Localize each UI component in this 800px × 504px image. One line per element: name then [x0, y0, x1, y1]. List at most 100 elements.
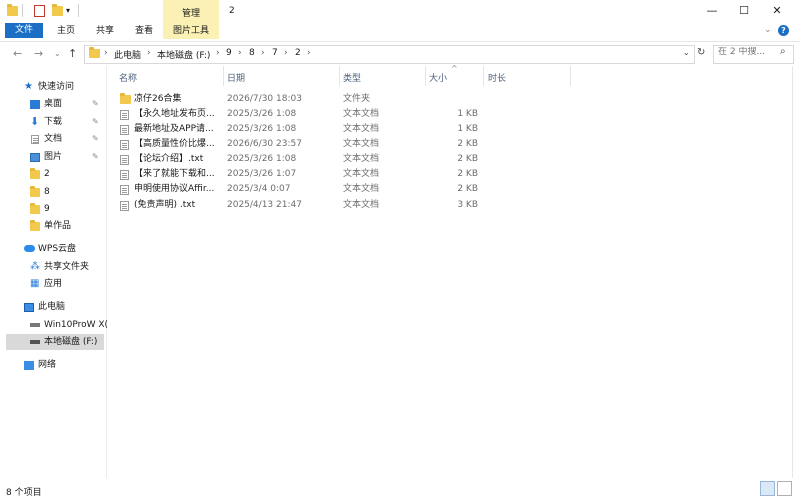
sidebar-item-folder-8[interactable]: 8 — [0, 184, 104, 200]
file-type: 文本文档 — [343, 200, 380, 210]
tab-picture-tools[interactable]: 图片工具 — [163, 24, 219, 38]
refresh-icon[interactable]: ↻ — [697, 47, 705, 58]
picture-icon — [30, 153, 40, 162]
nav-label: 桌面 — [44, 99, 63, 109]
up-arrow-icon[interactable]: ↑ — [68, 47, 77, 60]
text-file-icon — [120, 140, 129, 150]
file-type: 文件夹 — [343, 94, 371, 104]
text-file-icon — [120, 170, 129, 180]
breadcrumb-9[interactable]: 9 — [226, 48, 232, 58]
list-item[interactable]: 【高质量性价比爆... 2026/6/30 23:57 文本文档 2 KB — [112, 137, 652, 152]
details-view-button[interactable] — [760, 481, 775, 496]
document-icon — [31, 135, 39, 144]
file-date: 2025/3/4 0:07 — [227, 184, 291, 194]
tab-home[interactable]: 主页 — [55, 24, 77, 38]
new-folder-icon[interactable] — [52, 4, 63, 16]
sidebar-item-documents[interactable]: 文档 ✎ — [0, 131, 104, 147]
sidebar-item-folder-9[interactable]: 9 — [0, 201, 104, 217]
recent-locations-icon[interactable]: ⌄ — [54, 49, 61, 58]
column-header-size[interactable]: 大小 — [429, 71, 447, 84]
breadcrumb-7[interactable]: 7 — [272, 48, 278, 58]
sidebar-item-desktop[interactable]: 桌面 ✎ — [0, 96, 104, 112]
list-item[interactable]: (免责声明) .txt 2025/4/13 21:47 文本文档 3 KB — [112, 198, 652, 213]
nav-this-pc[interactable]: 此电脑 — [0, 299, 104, 315]
column-divider[interactable] — [570, 66, 571, 86]
address-dropdown-icon[interactable]: ⌄ — [683, 48, 690, 57]
nav-label: 应用 — [44, 279, 63, 289]
pin-icon[interactable]: ✎ — [92, 96, 99, 112]
maximize-button[interactable]: ☐ — [729, 3, 759, 19]
expand-ribbon-icon[interactable]: ⌄ — [764, 25, 772, 35]
star-icon: ★ — [24, 81, 33, 92]
tab-share[interactable]: 共享 — [94, 24, 116, 38]
nav-network[interactable]: 网络 — [0, 357, 104, 373]
back-arrow-icon[interactable]: ← — [13, 47, 22, 60]
forward-arrow-icon[interactable]: → — [34, 47, 43, 60]
divider — [22, 4, 23, 17]
nav-label: 网络 — [38, 360, 57, 370]
breadcrumb-2[interactable]: 2 — [295, 48, 301, 58]
close-button[interactable]: ✕ — [762, 3, 792, 19]
file-name: 申明使用协议Affir... — [134, 184, 215, 194]
sidebar-item-folder-2[interactable]: 2 — [0, 166, 104, 182]
nav-label: 快速访问 — [38, 82, 75, 92]
nav-label: WPS云盘 — [38, 244, 77, 254]
computer-icon — [24, 303, 34, 312]
nav-label: 此电脑 — [38, 302, 66, 312]
file-type: 文本文档 — [343, 124, 380, 134]
list-item[interactable]: 最新地址及APP请... 2025/3/26 1:08 文本文档 1 KB — [112, 122, 652, 137]
nav-quick-access[interactable]: ★ 快速访问 — [0, 79, 104, 95]
drive-icon — [30, 340, 40, 344]
nav-label: Win10ProW X( — [44, 320, 109, 330]
column-header-duration[interactable]: 时长 — [488, 71, 506, 84]
help-icon[interactable]: ? — [778, 25, 789, 36]
breadcrumb-separator: › — [216, 48, 220, 58]
sidebar-item-pictures[interactable]: 图片 ✎ — [0, 149, 104, 165]
column-divider[interactable] — [425, 66, 426, 86]
sidebar-item-drive-c[interactable]: Win10ProW X( — [0, 317, 108, 333]
pin-icon[interactable]: ✎ — [92, 114, 99, 130]
folder-icon — [30, 168, 40, 179]
file-size: 2 KB — [457, 169, 478, 179]
list-item[interactable]: 【来了就能下载和... 2025/3/26 1:07 文本文档 2 KB — [112, 167, 652, 182]
pin-icon[interactable]: ✎ — [92, 131, 99, 147]
list-item[interactable]: 申明使用协议Affir... 2025/3/4 0:07 文本文档 2 KB — [112, 182, 652, 197]
desktop-icon — [30, 100, 40, 109]
sidebar-item-downloads[interactable]: ⬇ 下载 ✎ — [0, 114, 104, 130]
list-item[interactable]: 凉仔26合集 2026/7/30 18:03 文件夹 — [112, 92, 652, 107]
download-icon: ⬇ — [30, 115, 40, 128]
text-file-icon — [120, 125, 129, 135]
column-header-date[interactable]: 日期 — [227, 71, 245, 84]
text-file-icon — [120, 155, 129, 165]
breadcrumb-this-pc[interactable]: 此电脑 — [114, 48, 141, 61]
large-icons-view-button[interactable] — [777, 481, 792, 496]
column-divider[interactable] — [483, 66, 484, 86]
sidebar-item-shared-folder[interactable]: ⁂ 共享文件夹 — [0, 259, 104, 275]
list-item[interactable]: 【永久地址发布页... 2025/3/26 1:08 文本文档 1 KB — [112, 107, 652, 122]
nav-label: 9 — [44, 204, 50, 214]
list-item[interactable]: 【论坛介绍】.txt 2025/3/26 1:08 文本文档 2 KB — [112, 152, 652, 167]
tab-view[interactable]: 查看 — [133, 24, 155, 38]
column-header-type[interactable]: 类型 — [343, 71, 361, 84]
search-input[interactable] — [718, 47, 778, 57]
tab-file[interactable]: 文件 — [5, 23, 43, 38]
column-divider[interactable] — [339, 66, 340, 86]
file-size: 2 KB — [457, 139, 478, 149]
nav-wps-cloud[interactable]: WPS云盘 — [0, 241, 104, 257]
sidebar-item-drive-f[interactable]: 本地磁盘 (F:) — [6, 334, 104, 350]
pane-divider[interactable] — [106, 66, 107, 478]
pin-icon[interactable]: ✎ — [92, 149, 99, 165]
breadcrumb-separator: › — [238, 48, 242, 58]
nav-label: 2 — [44, 169, 50, 179]
sidebar-item-apps[interactable]: ▦ 应用 — [0, 276, 104, 292]
customize-toolbar-icon[interactable]: ▾ — [66, 6, 70, 15]
properties-icon[interactable] — [34, 5, 45, 17]
breadcrumb-drive[interactable]: 本地磁盘 (F:) — [157, 48, 210, 61]
column-divider[interactable] — [223, 66, 224, 86]
breadcrumb-8[interactable]: 8 — [249, 48, 255, 58]
column-header-name[interactable]: 名称 — [119, 71, 137, 84]
folder-icon — [30, 186, 40, 197]
sidebar-item-single-works[interactable]: 单作品 — [0, 218, 104, 234]
minimize-button[interactable]: — — [697, 3, 727, 19]
manage-tab-label[interactable]: 管理 — [163, 6, 219, 19]
